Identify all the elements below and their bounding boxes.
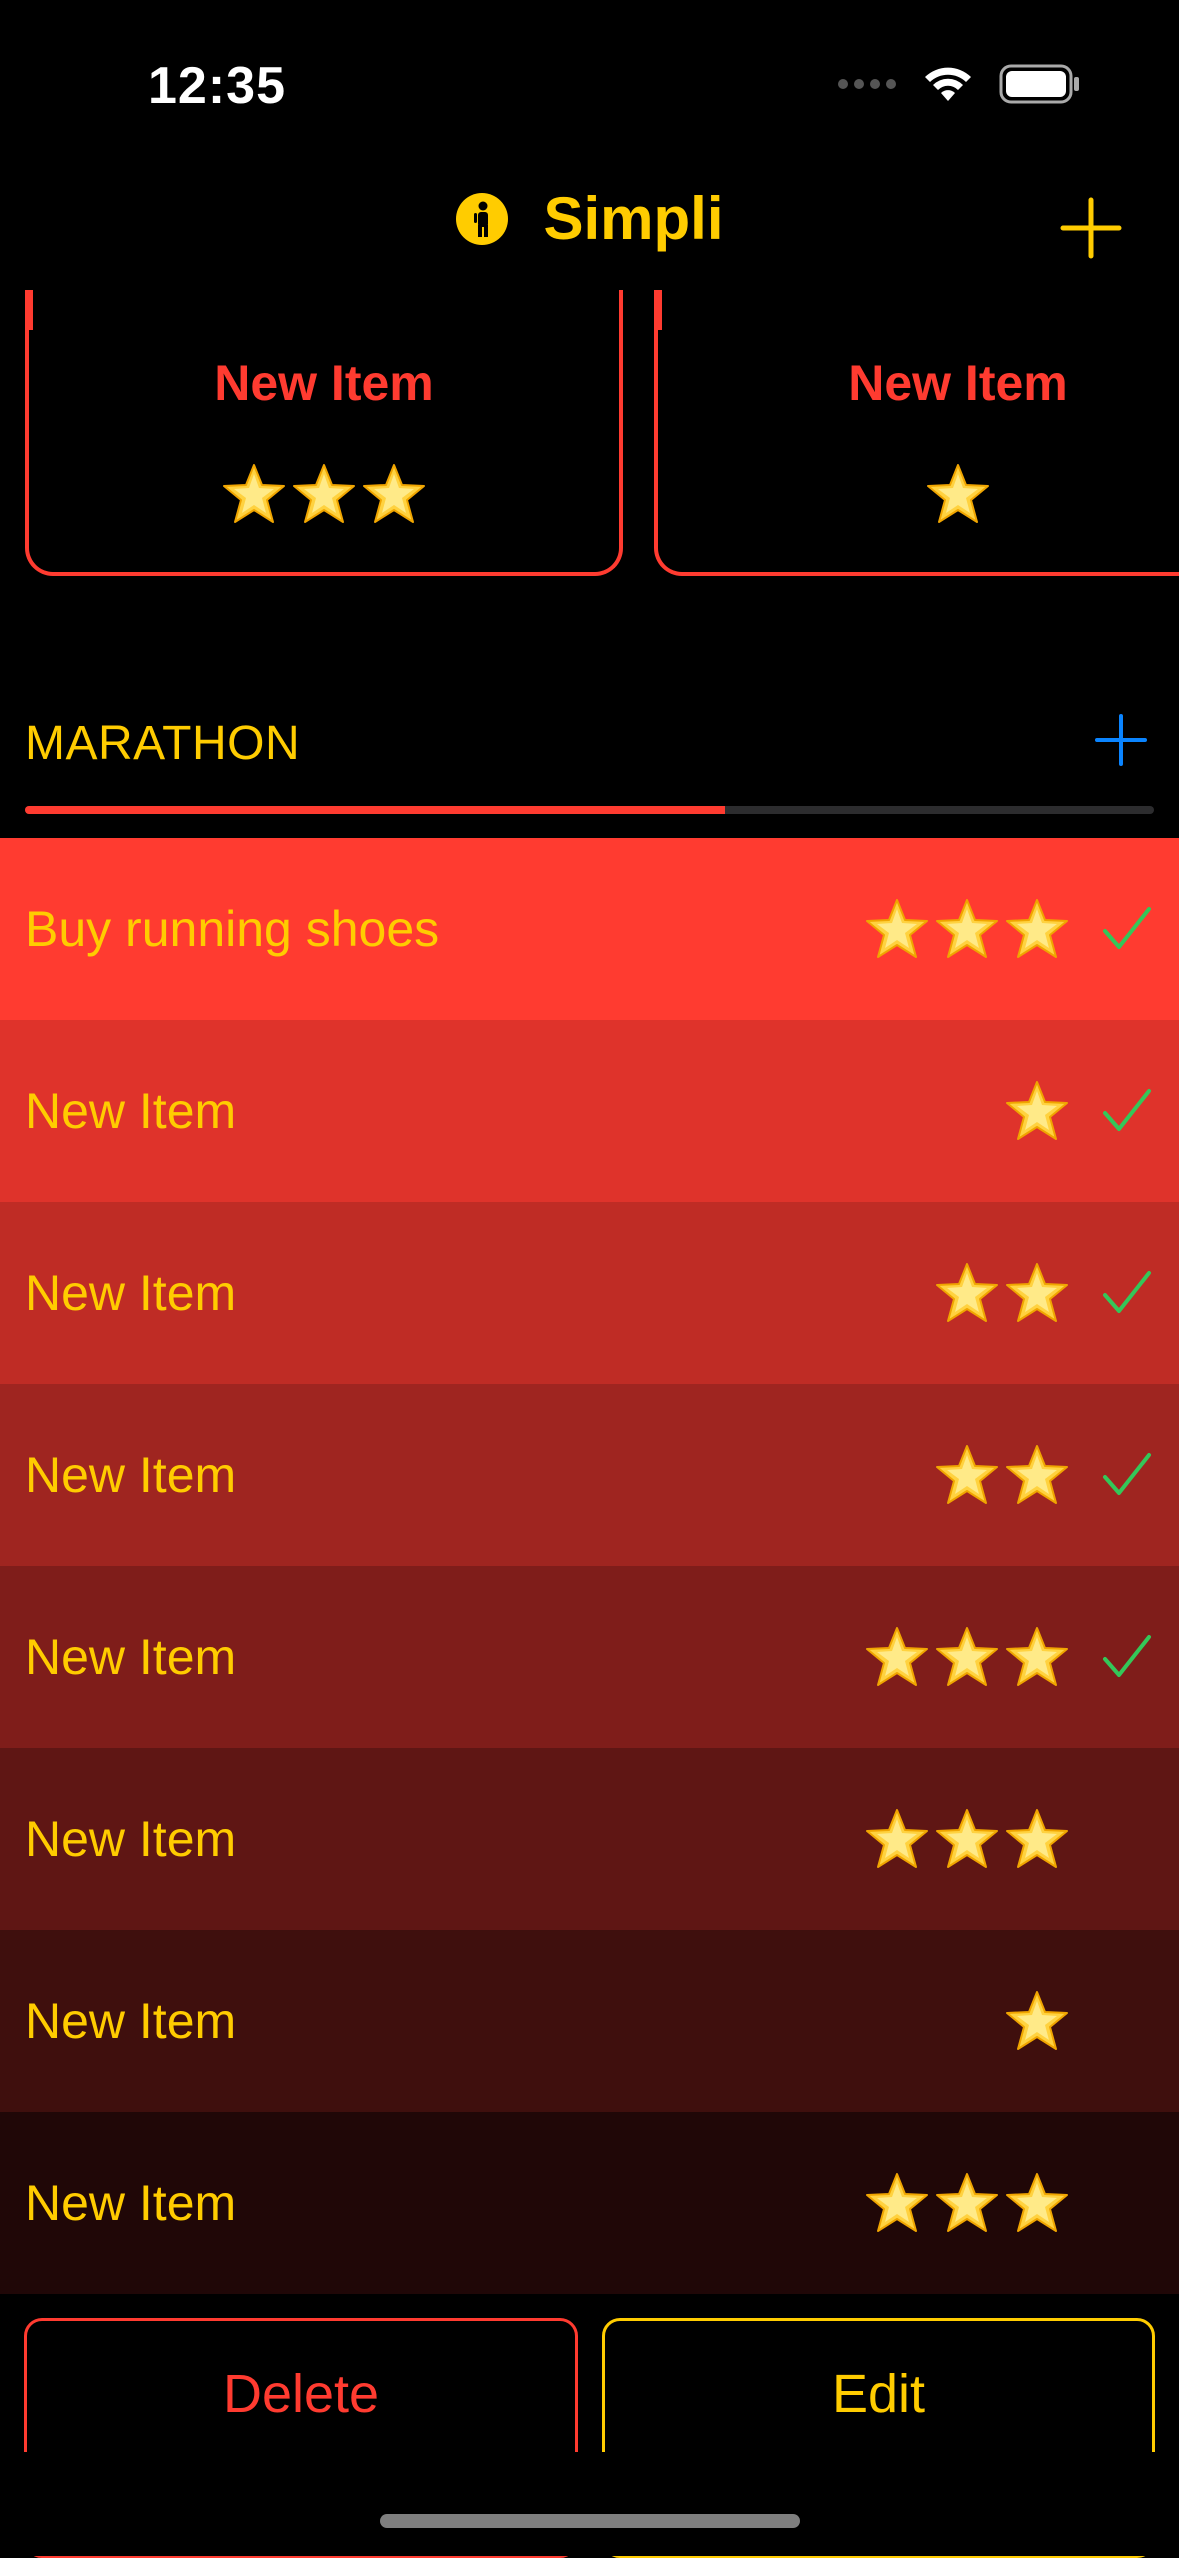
item-stars — [1005, 1079, 1069, 1143]
item-label: Buy running shoes — [25, 901, 440, 957]
add-list-button[interactable] — [1059, 196, 1123, 260]
list-item[interactable]: New Item — [0, 2112, 1179, 2294]
list-item[interactable]: New Item — [0, 1384, 1179, 1566]
item-stars — [865, 1625, 1069, 1689]
item-stars — [935, 1261, 1069, 1325]
item-label: New Item — [25, 1083, 237, 1139]
star-icon — [866, 2173, 928, 2232]
list-item[interactable]: New Item — [0, 1020, 1179, 1202]
star-icon — [936, 899, 998, 958]
checkmark-icon — [1103, 1089, 1151, 1131]
section-title: MARATHON — [25, 717, 301, 770]
star-icon — [1006, 899, 1068, 958]
checkmark-icon — [1103, 1453, 1151, 1495]
add-item-button[interactable] — [1093, 712, 1149, 768]
walking-person-icon — [456, 192, 509, 245]
bottom-safe-area — [0, 2452, 1179, 2556]
list-item[interactable]: New Item — [0, 1566, 1179, 1748]
card-stars — [29, 462, 619, 526]
item-label: New Item — [25, 1629, 237, 1685]
list-item[interactable]: Buy running shoes — [0, 838, 1179, 1020]
wifi-icon — [925, 67, 971, 101]
card-stars — [658, 462, 1179, 526]
status-time: 12:35 — [148, 57, 286, 115]
list-item[interactable]: New Item — [0, 1202, 1179, 1384]
star-icon — [363, 464, 425, 523]
battery-icon — [999, 64, 1079, 104]
star-icon — [1006, 1627, 1068, 1686]
star-icon — [936, 2173, 998, 2232]
progress-bar — [25, 806, 1154, 814]
home-indicator — [380, 2514, 800, 2528]
item-label: New Item — [25, 1447, 237, 1503]
list-card[interactable]: New Item — [654, 290, 1179, 576]
star-icon — [866, 899, 928, 958]
star-icon — [223, 464, 285, 523]
star-icon — [1006, 1445, 1068, 1504]
star-icon — [936, 1263, 998, 1322]
item-label: New Item — [25, 1265, 237, 1321]
signal-dots-icon — [838, 79, 896, 89]
item-label: New Item — [25, 1811, 237, 1867]
card-title: New Item — [848, 355, 1068, 411]
checkmark-icon — [1103, 907, 1151, 949]
list-item[interactable]: New Item — [0, 1930, 1179, 2112]
star-icon — [936, 1445, 998, 1504]
star-icon — [866, 1627, 928, 1686]
app-title: Simpli — [543, 185, 724, 252]
card-title: New Item — [214, 355, 434, 411]
task-list: Buy running shoes New Item New Item New Ite… — [0, 838, 1179, 2294]
list-card[interactable]: New Item — [25, 290, 623, 576]
item-stars — [865, 2171, 1069, 2235]
star-icon — [1006, 2173, 1068, 2232]
item-stars — [1005, 1989, 1069, 2053]
status-icons — [837, 64, 1081, 104]
checkmark-icon — [1103, 1635, 1151, 1677]
checkmark-icon — [1103, 1271, 1151, 1313]
star-icon — [936, 1809, 998, 1868]
star-icon — [1006, 1991, 1068, 2050]
nav-bar: Simpli — [0, 184, 1179, 253]
star-icon — [293, 464, 355, 523]
star-icon — [1006, 1809, 1068, 1868]
item-stars — [865, 1807, 1069, 1871]
item-stars — [865, 897, 1069, 961]
progress-fill — [25, 806, 725, 814]
star-icon — [936, 1627, 998, 1686]
item-label: New Item — [25, 1993, 237, 2049]
star-icon — [1006, 1263, 1068, 1322]
item-stars — [935, 1443, 1069, 1507]
star-icon — [1006, 1081, 1068, 1140]
star-icon — [927, 464, 989, 523]
star-icon — [866, 1809, 928, 1868]
list-item[interactable]: New Item — [0, 1748, 1179, 1930]
item-label: New Item — [25, 2175, 237, 2231]
